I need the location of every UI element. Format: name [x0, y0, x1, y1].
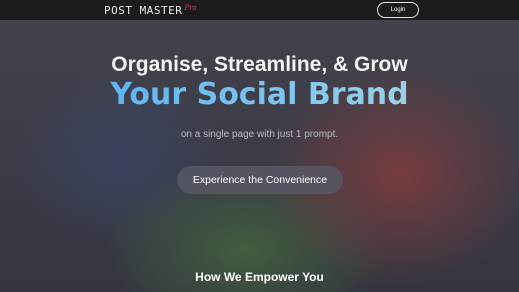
- hero-background: [0, 0, 519, 292]
- hero-title: Your Social Brand: [0, 77, 519, 113]
- cta-button[interactable]: Experience the Convenience: [177, 166, 343, 194]
- logo-script: Pro: [184, 4, 197, 12]
- login-button[interactable]: Login: [377, 2, 419, 18]
- logo-text: POST MASTER: [104, 3, 183, 17]
- hero-tagline: on a single page with just 1 prompt.: [180, 129, 339, 140]
- navbar: POST MASTER Pro Login: [0, 0, 519, 20]
- hero-subtitle: Organise, Streamline, & Grow: [111, 53, 408, 76]
- hero-title-text: Your Social Brand: [110, 77, 409, 112]
- logo[interactable]: POST MASTER Pro: [104, 2, 197, 18]
- section-heading: How We Empower You: [195, 270, 324, 284]
